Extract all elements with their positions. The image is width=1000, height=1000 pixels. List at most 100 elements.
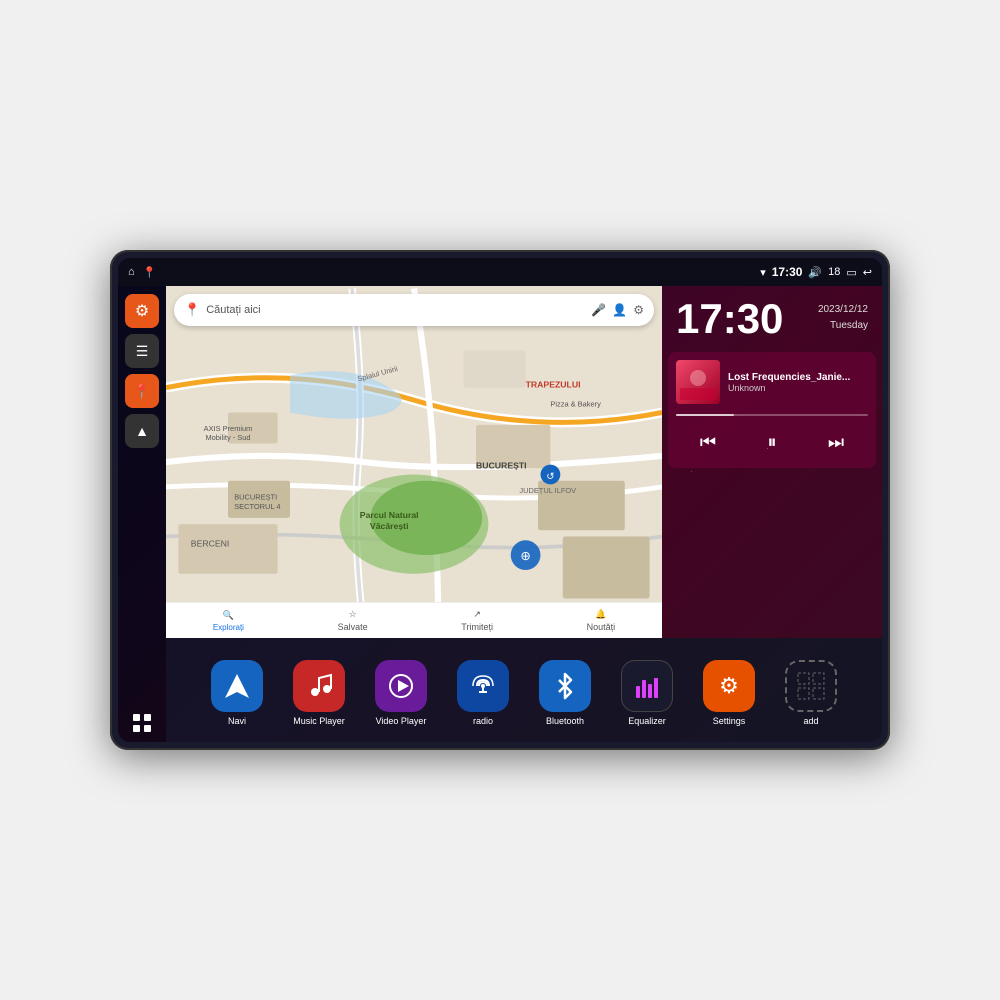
map-bottom-bar: 🔍 Explorați ☆ Salvate ↗ Trimiteți: [166, 602, 662, 638]
svg-text:BUCUREȘTI: BUCUREȘTI: [476, 460, 527, 470]
profile-icon[interactable]: 👤: [612, 303, 627, 317]
app-navi[interactable]: Navi: [202, 660, 272, 726]
music-next-btn[interactable]: ⏭: [818, 424, 854, 460]
home-icon[interactable]: ⌂: [128, 266, 135, 278]
music-title: Lost Frequencies_Janie...: [728, 372, 868, 383]
map-news-btn[interactable]: 🔔 Noutăți: [587, 609, 616, 632]
google-maps-icon: 📍: [184, 302, 200, 318]
sidebar-folder-btn[interactable]: ☰: [125, 334, 159, 368]
saved-label: Salvate: [338, 622, 368, 632]
svg-text:JUDEȚUL ILFOV: JUDEȚUL ILFOV: [519, 486, 576, 495]
svg-text:AXIS Premium: AXIS Premium: [204, 424, 253, 433]
radio-waves-icon: [469, 672, 497, 700]
sidebar-map-btn[interactable]: 📍: [125, 374, 159, 408]
eq-bars-icon: [633, 672, 661, 700]
app-bluetooth[interactable]: Bluetooth: [530, 660, 600, 726]
map-explore-btn[interactable]: 🔍 Explorați: [213, 610, 244, 632]
send-icon: ↗: [473, 609, 481, 620]
app-grid: Navi Music Player: [166, 638, 882, 742]
svg-text:Văcărești: Văcărești: [370, 521, 409, 531]
add-label: add: [803, 716, 818, 726]
app-equalizer[interactable]: Equalizer: [612, 660, 682, 726]
right-panel: 17:30 2023/12/12 Tuesday: [662, 286, 882, 638]
settings-app-icon: ⚙: [703, 660, 755, 712]
device-screen: ⌂ 📍 ▾ 17:30 🔊 18 ▭ ↩: [118, 258, 882, 742]
clock-day: Tuesday: [818, 318, 868, 334]
main-content: ⚙ ☰ 📍 ▲: [118, 286, 882, 742]
sidebar-apps-btn[interactable]: [125, 706, 159, 740]
map-svg: Parcul Natural Văcărești AXIS Premium Mo…: [166, 286, 662, 638]
app-add[interactable]: add: [776, 660, 846, 726]
map-saved-btn[interactable]: ☆ Salvate: [338, 609, 368, 632]
equalizer-label: Equalizer: [628, 716, 666, 726]
video-player-icon: [375, 660, 427, 712]
clock-time: 17:30: [676, 298, 783, 340]
music-prev-btn[interactable]: ⏮: [690, 424, 726, 460]
navi-icon: [211, 660, 263, 712]
svg-text:Pizza & Bakery: Pizza & Bakery: [550, 399, 601, 408]
status-left-icons: ⌂ 📍: [128, 266, 156, 279]
music-note-icon: [305, 672, 333, 700]
music-player-label: Music Player: [293, 716, 345, 726]
music-progress-fill: [676, 414, 734, 416]
music-controls: ⏮ ⏸ ⏭: [676, 424, 868, 460]
svg-text:Parcul Natural: Parcul Natural: [360, 510, 419, 520]
bluetooth-symbol-icon: [551, 672, 579, 700]
music-info: Lost Frequencies_Janie... Unknown: [676, 360, 868, 404]
wifi-icon: ▾: [760, 266, 766, 279]
news-icon: 🔔: [595, 609, 606, 620]
equalizer-icon: [621, 660, 673, 712]
app-radio[interactable]: radio: [448, 660, 518, 726]
music-player-icon: [293, 660, 345, 712]
more-icon[interactable]: ⚙: [633, 303, 644, 317]
music-progress-bar[interactable]: [676, 414, 868, 416]
navi-arrow-icon: [223, 672, 251, 700]
device-frame: ⌂ 📍 ▾ 17:30 🔊 18 ▭ ↩: [110, 250, 890, 750]
music-section: Lost Frequencies_Janie... Unknown ⏮ ⏸ ⏭: [668, 352, 876, 468]
status-bar: ⌂ 📍 ▾ 17:30 🔊 18 ▭ ↩: [118, 258, 882, 286]
clock-section: 17:30 2023/12/12 Tuesday: [662, 286, 882, 352]
sidebar-nav-btn[interactable]: ▲: [125, 414, 159, 448]
center-area: Parcul Natural Văcărești AXIS Premium Mo…: [166, 286, 882, 742]
clock-date-value: 2023/12/12: [818, 302, 868, 318]
status-right-icons: ▾ 17:30 🔊 18 ▭ ↩: [760, 265, 872, 279]
svg-text:↺: ↺: [546, 471, 554, 482]
app-settings[interactable]: ⚙ Settings: [694, 660, 764, 726]
svg-text:TRAPEZULUI: TRAPEZULUI: [526, 380, 581, 390]
settings-label: Settings: [713, 716, 746, 726]
explore-icon: 🔍: [223, 610, 234, 621]
map-panel[interactable]: Parcul Natural Văcărești AXIS Premium Mo…: [166, 286, 662, 638]
radio-label: radio: [473, 716, 493, 726]
clock-date: 2023/12/12 Tuesday: [818, 302, 868, 334]
svg-text:SECTORUL 4: SECTORUL 4: [234, 502, 280, 511]
explore-label: Explorați: [213, 623, 244, 632]
maps-icon[interactable]: 📍: [143, 266, 157, 279]
album-art: [676, 360, 720, 404]
video-player-label: Video Player: [376, 716, 427, 726]
send-label: Trimiteți: [461, 622, 493, 632]
app-video-player[interactable]: Video Player: [366, 660, 436, 726]
left-sidebar: ⚙ ☰ 📍 ▲: [118, 286, 166, 742]
sidebar-settings-btn[interactable]: ⚙: [125, 294, 159, 328]
battery-value: 18: [828, 266, 840, 278]
folder-icon: ☰: [136, 343, 149, 360]
location-icon: 📍: [133, 383, 150, 400]
settings-icon: ⚙: [135, 301, 149, 321]
volume-icon[interactable]: 🔊: [808, 266, 822, 279]
svg-text:BUCUREȘTI: BUCUREȘTI: [234, 492, 277, 501]
bluetooth-icon-btn: [539, 660, 591, 712]
status-time: 17:30: [772, 265, 803, 279]
map-search-bar[interactable]: 📍 Căutați aici 🎤 👤 ⚙: [174, 294, 654, 326]
app-music-player[interactable]: Music Player: [284, 660, 354, 726]
navi-label: Navi: [228, 716, 246, 726]
news-label: Noutăți: [587, 622, 616, 632]
music-artist: Unknown: [728, 383, 868, 393]
mic-icon[interactable]: 🎤: [591, 303, 606, 317]
map-send-btn[interactable]: ↗ Trimiteți: [461, 609, 493, 632]
music-play-btn[interactable]: ⏸: [754, 424, 790, 460]
apps-grid-icon: [132, 713, 152, 733]
add-icon: [785, 660, 837, 712]
bluetooth-label: Bluetooth: [546, 716, 584, 726]
battery-icon: ▭: [846, 266, 856, 279]
back-icon[interactable]: ↩: [863, 266, 872, 279]
